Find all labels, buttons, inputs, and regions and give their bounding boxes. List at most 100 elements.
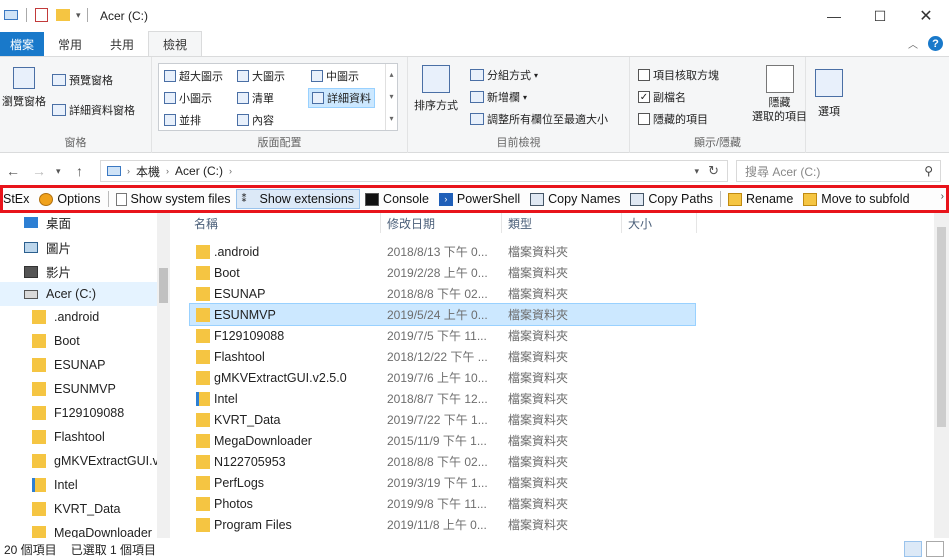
table-row[interactable]: F129109088 2019/7/5 下午 11... 檔案資料夾 <box>190 325 695 346</box>
collapse-ribbon-icon[interactable]: ︿ <box>908 36 918 51</box>
tab-view[interactable]: 檢視 <box>148 31 203 56</box>
nav-item-desktop[interactable]: 桌面 <box>24 213 71 232</box>
show-system-files-button[interactable]: Show system files <box>111 189 236 209</box>
layout-option[interactable]: 並排 <box>164 112 201 128</box>
item-checkboxes-toggle[interactable]: 項目核取方塊 <box>638 67 719 83</box>
gallery-scroll[interactable]: ▴ ▾ ▾ <box>385 64 397 130</box>
layout-option[interactable]: 內容 <box>237 112 274 128</box>
nav-item-folder[interactable]: gMKVExtractGUI.v <box>32 454 159 468</box>
address-dropdown-icon[interactable]: ▾ <box>694 166 699 177</box>
large-icons-view-icon[interactable] <box>926 541 944 557</box>
file-date: 2018/8/8 下午 02... <box>387 287 488 301</box>
file-type: 檔案資料夾 <box>508 245 569 259</box>
search-input[interactable]: 搜尋 Acer (C:) ⚲ <box>736 160 941 182</box>
ribbon: 瀏覽窗格 預覽窗格 詳細資料窗格 窗格 版面配置 超大圖示 大圖示 中圖示 小圖… <box>0 56 949 153</box>
layout-option[interactable]: 中圖示 <box>311 68 359 84</box>
column-header-date[interactable]: 修改日期 <box>381 213 502 233</box>
nav-item-videos[interactable]: 影片 <box>24 262 71 281</box>
column-header-name[interactable]: 名稱 <box>188 213 381 233</box>
table-row[interactable]: gMKVExtractGUI.v2.5.0 2019/7/6 上午 10... 檔案… <box>190 367 695 388</box>
nav-item-folder[interactable]: Flashtool <box>32 430 105 444</box>
help-icon[interactable]: ? <box>928 36 943 51</box>
table-row[interactable]: .android 2018/8/13 下午 0... 檔案資料夾 <box>190 241 695 262</box>
group-by-button[interactable]: 分組方式 ▾ <box>470 67 538 83</box>
forward-arrow-icon[interactable]: → <box>32 163 46 179</box>
details-view-icon[interactable] <box>904 541 922 557</box>
details-pane-button[interactable]: 詳細資料窗格 <box>52 102 135 118</box>
stex-menu-button[interactable]: StEx <box>3 189 34 209</box>
tab-home[interactable]: 常用 <box>44 32 96 56</box>
file-type: 檔案資料夾 <box>508 455 569 469</box>
column-header-size[interactable]: 大小 <box>622 213 697 233</box>
properties-icon[interactable] <box>35 8 48 22</box>
address-bar[interactable]: › 本機 › Acer (C:) › ▾ ↻ <box>100 160 728 182</box>
preview-pane-button[interactable]: 預覽窗格 <box>52 72 113 88</box>
nav-pane-button[interactable]: 瀏覽窗格 <box>2 67 46 109</box>
table-row[interactable]: KVRT_Data 2019/7/22 下午 1... 檔案資料夾 <box>190 409 695 430</box>
ribbon-tabs: 檔案 常用 共用 檢視 <box>0 31 949 56</box>
layout-option[interactable]: 超大圖示 <box>164 68 223 84</box>
file-type: 檔案資料夾 <box>508 518 569 532</box>
move-to-subfolder-button[interactable]: Move to subfold <box>798 189 914 209</box>
file-extensions-toggle[interactable]: ✓ 副檔名 <box>638 89 686 105</box>
table-row[interactable]: Intel 2018/8/7 下午 12... 檔案資料夾 <box>190 388 695 409</box>
tab-file[interactable]: 檔案 <box>0 32 45 56</box>
new-folder-icon[interactable] <box>56 9 70 21</box>
table-row[interactable]: PerfLogs 2019/3/19 下午 1... 檔案資料夾 <box>190 472 695 493</box>
options-button[interactable]: 選項 <box>815 69 843 119</box>
breadcrumb-item[interactable]: 本機 <box>136 163 160 180</box>
file-type: 檔案資料夾 <box>508 350 569 364</box>
table-row[interactable]: N122705953 2018/8/8 下午 02... 檔案資料夾 <box>190 451 695 472</box>
nav-item-folder[interactable]: Boot <box>32 334 80 348</box>
layout-option[interactable]: 大圖示 <box>237 68 285 84</box>
nav-item-folder[interactable]: MegaDownloader <box>32 526 152 538</box>
table-row[interactable]: ESUNMVP 2019/5/24 上午 0... 檔案資料夾 <box>189 303 696 326</box>
table-row[interactable]: MegaDownloader 2015/11/9 下午 1... 檔案資料夾 <box>190 430 695 451</box>
layout-option[interactable]: 小圖示 <box>164 90 212 106</box>
tab-share[interactable]: 共用 <box>96 32 148 56</box>
show-extensions-button[interactable]: ⁑ Show extensions <box>235 189 361 209</box>
copy-names-button[interactable]: Copy Names <box>525 189 625 209</box>
powershell-button[interactable]: › PowerShell <box>434 189 525 209</box>
copy-paths-button[interactable]: Copy Paths <box>625 189 718 209</box>
breadcrumb-separator: › <box>127 166 130 176</box>
rename-button[interactable]: Rename <box>723 189 798 209</box>
table-row[interactable]: Photos 2019/9/8 下午 11... 檔案資料夾 <box>190 493 695 514</box>
layout-option[interactable]: 清單 <box>237 90 274 106</box>
table-row[interactable]: Boot 2019/2/28 上午 0... 檔案資料夾 <box>190 262 695 283</box>
sort-by-button[interactable]: 排序方式 <box>414 65 458 113</box>
nav-item-folder[interactable]: KVRT_Data <box>32 502 120 516</box>
table-row[interactable]: ESUNAP 2018/8/8 下午 02... 檔案資料夾 <box>190 283 695 304</box>
nav-item-folder[interactable]: .android <box>32 310 99 324</box>
nav-item-pictures[interactable]: 圖片 <box>24 238 71 257</box>
add-columns-button[interactable]: 新增欄 ▾ <box>470 89 527 105</box>
nav-item-folder[interactable]: F129109088 <box>32 406 124 420</box>
breadcrumb-item[interactable]: Acer (C:) <box>175 164 223 178</box>
up-arrow-icon[interactable]: ↑ <box>76 163 83 179</box>
column-header-type[interactable]: 類型 <box>502 213 622 233</box>
nav-item-folder[interactable]: Intel <box>32 478 78 492</box>
console-button[interactable]: Console <box>360 189 434 209</box>
nav-scrollbar[interactable] <box>157 213 170 538</box>
maximize-button[interactable]: ☐ <box>857 0 903 32</box>
nav-item-acer-c[interactable]: Acer (C:) <box>0 282 157 306</box>
hide-selected-button[interactable]: 隱藏 選取的項目 <box>752 65 807 124</box>
size-columns-button[interactable]: 調整所有欄位至最適大小 <box>470 111 608 127</box>
refresh-icon[interactable]: ↻ <box>708 163 719 179</box>
table-row[interactable]: Flashtool 2018/12/22 下午 ... 檔案資料夾 <box>190 346 695 367</box>
toolbar-overflow-icon[interactable]: › <box>941 191 944 202</box>
file-list-scroll-thumb[interactable] <box>937 227 946 427</box>
options-button-stex[interactable]: Options <box>34 189 105 209</box>
back-arrow-icon[interactable]: ← <box>6 163 20 179</box>
nav-item-folder[interactable]: ESUNAP <box>32 358 105 372</box>
recent-locations-icon[interactable]: ▾ <box>56 166 61 177</box>
hidden-items-toggle[interactable]: 隱藏的項目 <box>638 111 708 127</box>
nav-item-folder[interactable]: ESUNMVP <box>32 382 116 396</box>
close-button[interactable]: ✕ <box>903 0 949 32</box>
table-row[interactable]: Program Files 2019/11/8 上午 0... 檔案資料夾 <box>190 514 695 535</box>
chevron-down-icon[interactable]: ▾ <box>76 10 81 21</box>
layout-option-selected[interactable]: 詳細資料 <box>308 88 375 108</box>
nav-scroll-thumb[interactable] <box>159 268 168 303</box>
minimize-button[interactable]: — <box>811 0 857 32</box>
copy-names-icon <box>530 192 545 206</box>
